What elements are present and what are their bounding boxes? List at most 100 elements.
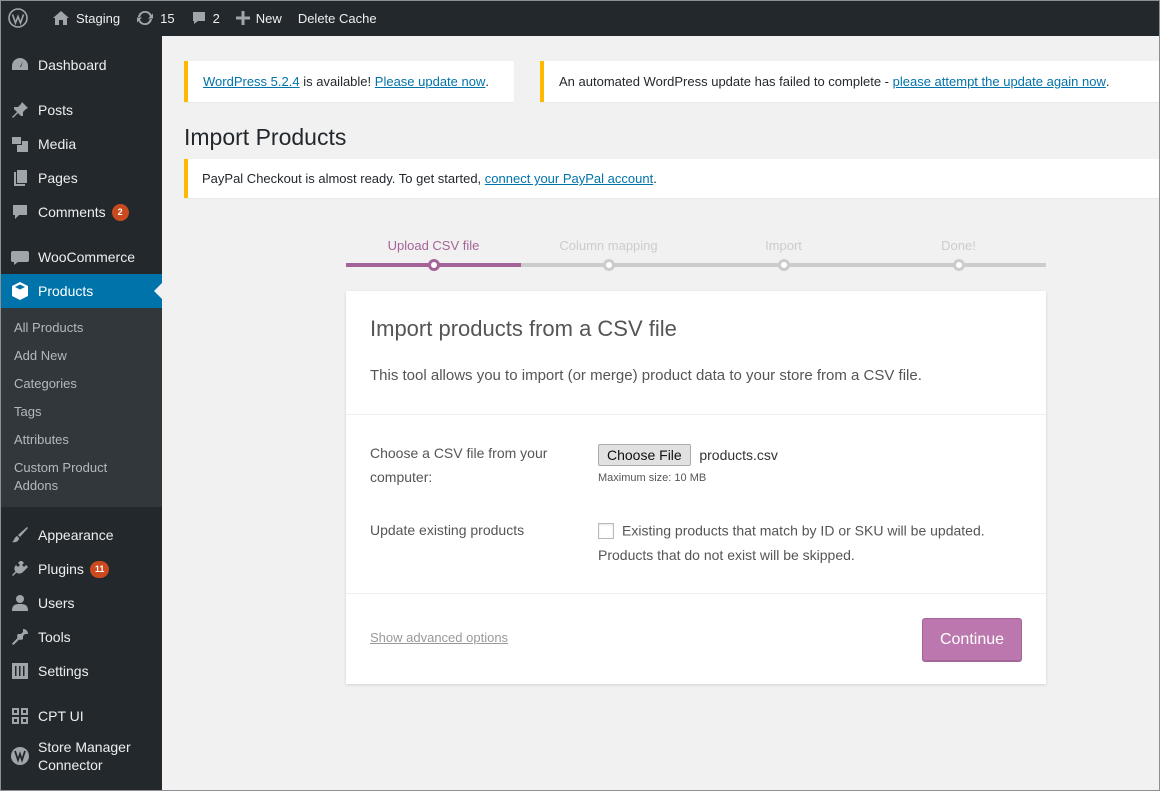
updates-link[interactable]: 15 bbox=[128, 0, 182, 36]
continue-button[interactable]: Continue bbox=[922, 618, 1022, 662]
grid-icon bbox=[10, 706, 30, 726]
menu-store-manager[interactable]: Store Manager Connector bbox=[0, 733, 162, 779]
step-import: Import bbox=[765, 238, 802, 253]
menu-cpt-ui-label: CPT UI bbox=[38, 708, 84, 724]
card-footer: Show advanced options Continue bbox=[346, 593, 1046, 684]
site-name-link[interactable]: Staging bbox=[44, 0, 128, 36]
new-content-link[interactable]: New bbox=[228, 0, 290, 36]
submenu-all-products[interactable]: All Products bbox=[0, 314, 162, 342]
submenu-add-new[interactable]: Add New bbox=[0, 342, 162, 370]
update-failed-notice: An automated WordPress update has failed… bbox=[540, 61, 1160, 102]
card-title: Import products from a CSV file bbox=[370, 316, 677, 341]
wordpress-logo-icon[interactable] bbox=[0, 0, 44, 36]
menu-posts-label: Posts bbox=[38, 102, 74, 118]
menu-dashboard[interactable]: Dashboard bbox=[0, 48, 162, 82]
submenu-attributes[interactable]: Attributes bbox=[0, 426, 162, 454]
menu-media[interactable]: Media bbox=[0, 127, 162, 161]
menu-tools-label: Tools bbox=[38, 629, 71, 645]
submenu-categories[interactable]: Categories bbox=[0, 370, 162, 398]
comment-icon bbox=[192, 12, 205, 24]
menu-plugins[interactable]: Plugins 11 bbox=[0, 552, 162, 586]
page-title: Import Products bbox=[184, 124, 347, 150]
update-existing-text: Existing products that match by ID or SK… bbox=[622, 522, 985, 539]
admin-bar: Staging 15 2 New Delete Cache bbox=[0, 0, 1160, 36]
site-name: Staging bbox=[76, 10, 121, 26]
comments-count: 2 bbox=[212, 10, 220, 26]
paintbrush-icon bbox=[10, 525, 30, 545]
menu-settings-label: Settings bbox=[38, 663, 89, 679]
admin-sidebar: Dashboard Posts Media Pages Comments 2 W… bbox=[0, 36, 162, 791]
menu-users[interactable]: Users bbox=[0, 586, 162, 620]
woocommerce-icon bbox=[10, 247, 30, 267]
menu-pages[interactable]: Pages bbox=[0, 161, 162, 195]
card-description: This tool allows you to import (or merge… bbox=[370, 367, 922, 384]
skip-note: Products that do not exist will be skipp… bbox=[598, 546, 855, 563]
delete-cache-label: Delete Cache bbox=[297, 10, 377, 26]
menu-products[interactable]: Products bbox=[0, 274, 162, 308]
comment-icon bbox=[10, 202, 30, 222]
plugin-icon bbox=[10, 559, 30, 579]
attempt-update-link[interactable]: please attempt the update again now bbox=[893, 74, 1106, 89]
submenu-custom-product-addons[interactable]: Custom Product Addons bbox=[0, 454, 162, 500]
menu-dashboard-label: Dashboard bbox=[38, 57, 107, 73]
menu-comments[interactable]: Comments 2 bbox=[0, 195, 162, 229]
wp-version-link[interactable]: WordPress 5.2.4 bbox=[203, 74, 300, 89]
step-dot-import bbox=[778, 259, 790, 271]
menu-pages-label: Pages bbox=[38, 170, 78, 186]
products-submenu: All Products Add New Categories Tags Att… bbox=[0, 308, 162, 507]
card-header: Import products from a CSV file This too… bbox=[346, 291, 1046, 415]
comments-link[interactable]: 2 bbox=[183, 0, 228, 36]
update-field-label-wrap: Update existing products bbox=[370, 518, 524, 542]
connect-paypal-link[interactable]: connect your PayPal account bbox=[485, 171, 653, 186]
menu-woocommerce-label: WooCommerce bbox=[38, 249, 135, 265]
step-done: Done! bbox=[941, 238, 976, 253]
update-field-label: Update existing products bbox=[370, 522, 525, 538]
user-icon bbox=[10, 593, 30, 613]
file-field-label-wrap: Choose a CSV file from your computer: bbox=[370, 441, 570, 489]
update-now-link[interactable]: Please update now bbox=[375, 74, 486, 89]
menu-users-label: Users bbox=[38, 595, 75, 611]
dashboard-icon bbox=[10, 55, 30, 75]
menu-settings[interactable]: Settings bbox=[0, 654, 162, 688]
choose-file-button[interactable]: Choose File bbox=[598, 444, 691, 466]
pages-icon bbox=[10, 168, 30, 188]
update-failed-text: An automated WordPress update has failed… bbox=[559, 74, 890, 89]
new-label: New bbox=[255, 10, 282, 26]
step-column-mapping: Column mapping bbox=[559, 238, 658, 253]
submenu-tags[interactable]: Tags bbox=[0, 398, 162, 426]
menu-comments-label: Comments bbox=[38, 204, 106, 220]
step-dot-done bbox=[953, 259, 965, 271]
import-card: Import products from a CSV file This too… bbox=[346, 291, 1046, 684]
store-manager-icon bbox=[10, 746, 30, 766]
menu-woocommerce[interactable]: WooCommerce bbox=[0, 240, 162, 274]
max-size-hint: Maximum size: 10 MB bbox=[598, 472, 707, 484]
delete-cache-link[interactable]: Delete Cache bbox=[290, 0, 385, 36]
plus-icon bbox=[235, 11, 250, 25]
menu-store-manager-label: Store Manager Connector bbox=[38, 739, 131, 773]
update-available-text: is available! bbox=[303, 74, 372, 89]
step-dot-upload bbox=[428, 259, 440, 271]
file-input-wrap: Choose File products.csv Maximum size: 1… bbox=[598, 444, 778, 484]
menu-cpt-ui[interactable]: CPT UI bbox=[0, 699, 162, 733]
menu-plugins-label: Plugins bbox=[38, 561, 84, 577]
import-steps: Upload CSV file Column mapping Import Do… bbox=[346, 230, 1046, 271]
products-box-icon bbox=[10, 281, 30, 301]
menu-posts[interactable]: Posts bbox=[0, 93, 162, 127]
menu-products-label: Products bbox=[38, 283, 94, 299]
paypal-text: PayPal Checkout is almost ready. To get … bbox=[202, 171, 482, 186]
show-advanced-options-link[interactable]: Show advanced options bbox=[370, 630, 508, 645]
update-existing-checkbox[interactable] bbox=[598, 522, 614, 539]
refresh-icon bbox=[137, 10, 154, 26]
paypal-notice: PayPal Checkout is almost ready. To get … bbox=[184, 159, 1160, 198]
menu-media-label: Media bbox=[38, 136, 77, 152]
home-icon bbox=[53, 11, 69, 25]
updates-count: 15 bbox=[160, 10, 175, 26]
plugins-badge: 11 bbox=[89, 560, 110, 578]
settings-sliders-icon bbox=[10, 661, 30, 681]
menu-appearance[interactable]: Appearance bbox=[0, 518, 162, 552]
update-checkbox-wrap: Existing products that match by ID or SK… bbox=[598, 522, 985, 563]
step-dot-mapping bbox=[603, 259, 615, 271]
menu-tools[interactable]: Tools bbox=[0, 620, 162, 654]
menu-appearance-label: Appearance bbox=[38, 527, 114, 543]
step-upload-csv: Upload CSV file bbox=[387, 238, 480, 253]
